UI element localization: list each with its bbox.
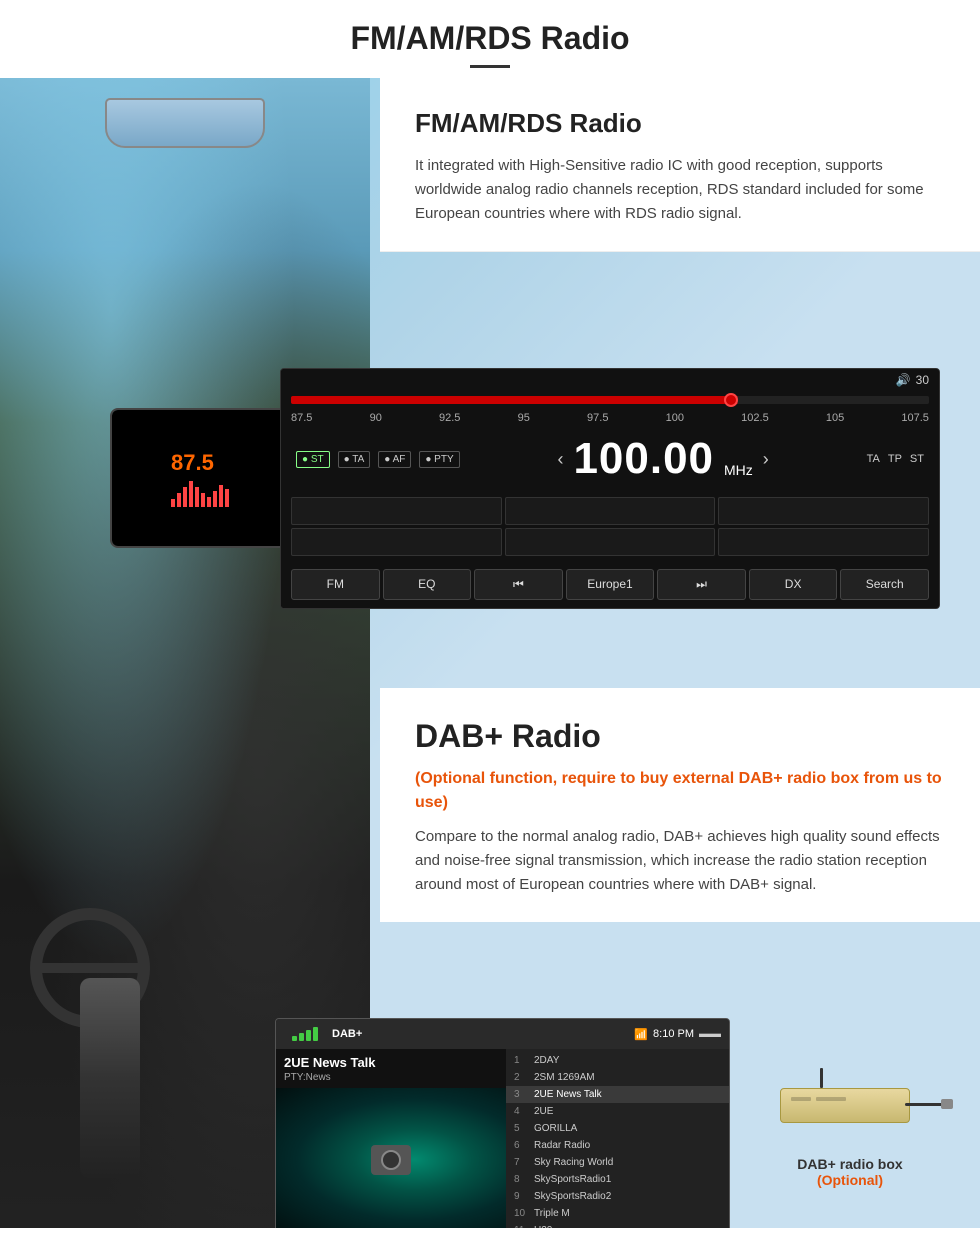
freq-right-arrow[interactable]: ›	[763, 449, 769, 470]
station-item-6[interactable]: 6Radar Radio	[506, 1137, 729, 1154]
scale-1075: 107.5	[901, 412, 929, 424]
station-item-10[interactable]: 10Triple M	[506, 1205, 729, 1222]
radio-ui-screenshot: 🔊 30 87.5 90 92.5 95 97.5 100 102.5 105 …	[280, 368, 940, 609]
rearview-mirror	[105, 98, 265, 148]
dab-station-list-panel: 12DAY 22SM 1269AM 32UE News Talk 42UE 5G…	[506, 1049, 729, 1228]
page-header: FM/AM/RDS Radio	[0, 0, 980, 78]
dab-left-panel: 2UE News Talk PTY:News Call 13 13 32	[276, 1049, 506, 1228]
station-item-2[interactable]: 22SM 1269AM	[506, 1069, 729, 1086]
speaker-icon: 🔊	[896, 373, 911, 387]
prev-button[interactable]: ⏮	[474, 569, 563, 600]
station-item-8[interactable]: 8SkySportsRadio1	[506, 1171, 729, 1188]
dab-optional-text: (Optional function, require to buy exter…	[415, 767, 945, 815]
antenna	[820, 1068, 823, 1088]
signal-bars	[284, 1023, 326, 1045]
scale-1025: 102.5	[741, 412, 769, 424]
dab-visual	[276, 1088, 506, 1228]
dab-label: DAB+	[332, 1028, 362, 1040]
preset-3[interactable]	[718, 497, 929, 525]
dab-box-label: DAB+ radio box	[750, 1156, 950, 1172]
station-item-4[interactable]: 42UE	[506, 1103, 729, 1120]
volume-value: 30	[916, 373, 929, 387]
scale-95: 95	[518, 412, 530, 424]
hero-section: 87.5	[0, 78, 980, 1228]
next-button[interactable]: ⏭	[657, 569, 746, 600]
st-button[interactable]: ● ST	[296, 451, 330, 468]
radio-bottom-controls: FM EQ ⏮ Europe1 ⏭ DX Search	[281, 564, 939, 608]
dashboard-freq-display: 87.5	[171, 450, 229, 507]
dab-box-optional: (Optional)	[750, 1172, 950, 1188]
dab-box-body	[780, 1088, 910, 1123]
freq-left-controls: ● ST ● TA ● AF ● PTY	[296, 451, 460, 468]
dab-box-container: DAB+ radio box (Optional)	[750, 1068, 950, 1188]
freq-center: ‹ 100.00 MHz ›	[557, 434, 768, 484]
preset-4[interactable]	[291, 528, 502, 556]
preset-5[interactable]	[505, 528, 716, 556]
dab-card: DAB+ Radio (Optional function, require t…	[380, 688, 980, 922]
dab-box-visual	[760, 1068, 940, 1148]
fmam-description: It integrated with High-Sensitive radio …	[415, 154, 945, 226]
search-button[interactable]: Search	[840, 569, 929, 600]
station-item-5[interactable]: 5GORILLA	[506, 1120, 729, 1137]
fmam-title: FM/AM/RDS Radio	[415, 108, 945, 139]
dab-cable	[905, 1103, 945, 1106]
scale-90: 90	[370, 412, 382, 424]
freq-number: 100.00	[573, 434, 714, 484]
radio-topbar: 🔊 30	[281, 369, 939, 391]
scale-100: 100	[666, 412, 684, 424]
station-item-7[interactable]: 7Sky Racing World	[506, 1154, 729, 1171]
page-title: FM/AM/RDS Radio	[0, 20, 980, 57]
dab-topbar: DAB+ 📶 8:10 PM ▬▬	[276, 1019, 729, 1049]
preset-2[interactable]	[505, 497, 716, 525]
freq-slider-container	[281, 391, 939, 409]
camera-icon	[371, 1145, 411, 1175]
dashboard-unit: 87.5	[110, 408, 290, 548]
station-item-1[interactable]: 12DAY	[506, 1052, 729, 1069]
dab-time: 8:10 PM	[653, 1028, 694, 1040]
ta-button[interactable]: ● TA	[338, 451, 371, 468]
dx-button[interactable]: DX	[749, 569, 838, 600]
dab-ui-screenshot: DAB+ 📶 8:10 PM ▬▬ 2UE News Talk PTY:News…	[275, 1018, 730, 1228]
header-divider	[470, 65, 510, 68]
dab-description: Compare to the normal analog radio, DAB+…	[415, 825, 945, 897]
af-button[interactable]: ● AF	[378, 451, 411, 468]
gear-console	[80, 978, 140, 1178]
freq-thumb	[724, 393, 738, 407]
europe1-button[interactable]: Europe1	[566, 569, 655, 600]
tp-right: TP	[888, 453, 902, 465]
dab-station-name: 2UE News Talk	[276, 1049, 506, 1072]
ta-right: TA	[867, 453, 880, 465]
dab-title: DAB+ Radio	[415, 718, 945, 755]
eq-button[interactable]: EQ	[383, 569, 472, 600]
pty-button[interactable]: ● PTY	[419, 451, 459, 468]
st-right: ST	[910, 453, 924, 465]
fmam-card: FM/AM/RDS Radio It integrated with High-…	[380, 78, 980, 252]
dashboard-frequency: 87.5	[171, 450, 229, 476]
freq-scale: 87.5 90 92.5 95 97.5 100 102.5 105 107.5	[281, 409, 939, 429]
scale-925: 92.5	[439, 412, 460, 424]
freq-track	[291, 396, 929, 404]
freq-unit: MHz	[724, 462, 753, 484]
scale-105: 105	[826, 412, 844, 424]
station-item-9[interactable]: 9SkySportsRadio2	[506, 1188, 729, 1205]
dashboard-screen: 87.5	[112, 410, 288, 546]
dab-main: 2UE News Talk PTY:News Call 13 13 32 12D…	[276, 1049, 729, 1228]
dashboard-bars	[171, 481, 229, 507]
preset-grid	[281, 494, 939, 564]
station-item-3[interactable]: 32UE News Talk	[506, 1086, 729, 1103]
station-item-11[interactable]: 11U20	[506, 1222, 729, 1228]
dab-stations: 12DAY 22SM 1269AM 32UE News Talk 42UE 5G…	[506, 1049, 729, 1228]
freq-left-arrow[interactable]: ‹	[557, 449, 563, 470]
scale-975: 97.5	[587, 412, 608, 424]
scale-875: 87.5	[291, 412, 312, 424]
preset-1[interactable]	[291, 497, 502, 525]
freq-right-controls: TA TP ST	[867, 453, 924, 465]
freq-display-row: ● ST ● TA ● AF ● PTY ‹ 100.00 MHz › TA T…	[281, 429, 939, 494]
dab-pty: PTY:News	[276, 1072, 506, 1088]
preset-6[interactable]	[718, 528, 929, 556]
fm-button[interactable]: FM	[291, 569, 380, 600]
